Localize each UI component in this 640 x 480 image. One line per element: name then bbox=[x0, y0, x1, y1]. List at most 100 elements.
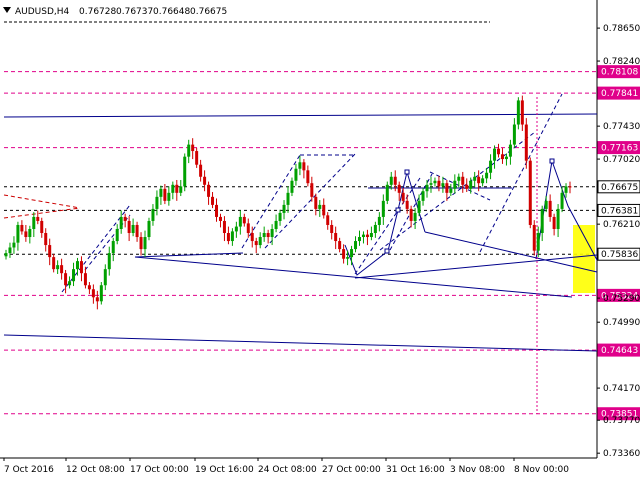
flat-line-1 bbox=[134, 252, 244, 258]
candle-body bbox=[385, 184, 389, 201]
candle-body bbox=[429, 183, 433, 185]
time-axis: 7 Oct 2016 12 Oct 08:00 17 Oct 00:00 19 Oct… bbox=[3, 458, 569, 475]
candle-body bbox=[139, 237, 143, 250]
red-projection-1 bbox=[3, 194, 81, 209]
candle-body bbox=[95, 297, 99, 302]
candle-body bbox=[203, 176, 207, 185]
x-tick-label: 19 Oct 16:00 bbox=[195, 465, 254, 475]
candle-body bbox=[32, 216, 36, 229]
candle-body bbox=[302, 162, 306, 171]
candle-body bbox=[326, 215, 330, 225]
candle-body bbox=[338, 241, 342, 250]
candle-body bbox=[147, 220, 151, 238]
candle-body bbox=[552, 216, 556, 229]
candle-body bbox=[215, 204, 219, 217]
triangle-line bbox=[354, 254, 598, 279]
level-label: 0.77841 bbox=[601, 89, 638, 99]
candle-body bbox=[99, 285, 103, 302]
candle-body bbox=[346, 257, 350, 259]
candle-body bbox=[560, 192, 564, 209]
candle-body bbox=[36, 216, 40, 221]
candle-body bbox=[350, 249, 354, 258]
candle-body bbox=[310, 183, 314, 197]
wave-marker bbox=[549, 158, 555, 164]
candle-body bbox=[365, 234, 369, 238]
candle-body bbox=[163, 188, 167, 201]
candle-body bbox=[155, 196, 159, 209]
candle-body bbox=[75, 261, 79, 270]
candle-body bbox=[373, 224, 377, 234]
candle-body bbox=[354, 241, 358, 250]
candle-body bbox=[199, 164, 203, 177]
candle-body bbox=[381, 200, 385, 217]
wave-marker bbox=[404, 169, 410, 175]
candle-body bbox=[568, 186, 572, 188]
lower-trend-line bbox=[3, 334, 598, 352]
candle-body bbox=[195, 151, 199, 165]
candle-body bbox=[60, 265, 64, 274]
candle-body bbox=[397, 184, 401, 193]
candle-body bbox=[266, 233, 270, 238]
dashed-channel-b2 bbox=[264, 152, 357, 249]
candle-body bbox=[306, 170, 310, 184]
candle-body bbox=[318, 204, 322, 209]
candle-body bbox=[278, 212, 282, 221]
support-line-right bbox=[424, 231, 598, 273]
level-label: 0.75836 bbox=[601, 250, 638, 260]
level-label: 0.76381 bbox=[601, 206, 638, 216]
candle-body bbox=[485, 172, 489, 179]
candle-body bbox=[24, 231, 28, 238]
candle-body bbox=[286, 192, 290, 205]
level-label: 0.76675 bbox=[601, 183, 638, 193]
candle-body bbox=[389, 176, 393, 185]
x-tick-label: 31 Oct 16:00 bbox=[386, 465, 445, 475]
header-symbol: AUDUSD,H4 bbox=[15, 7, 70, 17]
y-tick-label: 0.74990 bbox=[603, 318, 640, 328]
candle-body bbox=[159, 188, 163, 197]
candle-body bbox=[465, 184, 469, 189]
y-tick-label: 0.78650 bbox=[603, 24, 640, 34]
y-tick-label: 0.77430 bbox=[603, 122, 640, 132]
dropdown-arrow-icon[interactable] bbox=[3, 7, 11, 13]
candle-body bbox=[143, 237, 147, 250]
candle-body bbox=[481, 178, 485, 184]
candle-body bbox=[56, 265, 60, 270]
candle-body bbox=[473, 176, 477, 181]
candle-body bbox=[151, 208, 155, 221]
candle-body bbox=[445, 183, 449, 193]
candle-body bbox=[246, 223, 250, 234]
candle-body bbox=[131, 224, 135, 234]
candle-body bbox=[409, 208, 413, 221]
candle-body bbox=[103, 269, 107, 286]
candle-body bbox=[405, 200, 409, 209]
x-tick-label: 24 Oct 08:00 bbox=[258, 465, 317, 475]
candle-body bbox=[401, 192, 405, 201]
candle-body bbox=[119, 216, 123, 229]
candle-body bbox=[334, 233, 338, 242]
candle-body bbox=[107, 253, 111, 270]
y-tick-label: 0.78240 bbox=[603, 57, 640, 67]
candle-body bbox=[234, 226, 238, 232]
candle-body bbox=[314, 196, 318, 209]
candle-body bbox=[222, 220, 226, 234]
y-tick-label: 0.74170 bbox=[603, 384, 640, 394]
candle-body bbox=[457, 176, 461, 181]
candle-body bbox=[393, 176, 397, 185]
analysis-drawings bbox=[3, 21, 598, 414]
candle-body bbox=[417, 200, 421, 213]
chart-header: AUDUSD,H4 0.76728 0.76737 0.76648 0.7667… bbox=[3, 7, 227, 17]
candle-body bbox=[528, 160, 532, 225]
candle-body bbox=[187, 144, 191, 157]
y-tick-label: 0.73770 bbox=[603, 416, 640, 426]
candle-body bbox=[115, 228, 119, 242]
candle-body bbox=[183, 156, 187, 187]
candle-body bbox=[91, 289, 95, 298]
candle-body bbox=[28, 228, 32, 238]
candle-body bbox=[258, 237, 262, 246]
candle-body bbox=[544, 200, 548, 209]
candle-body bbox=[20, 224, 24, 232]
level-label: 0.77163 bbox=[601, 144, 638, 154]
wave-lines bbox=[344, 170, 426, 276]
candle-body bbox=[179, 186, 183, 193]
y-tick-label: 0.77020 bbox=[603, 155, 640, 165]
